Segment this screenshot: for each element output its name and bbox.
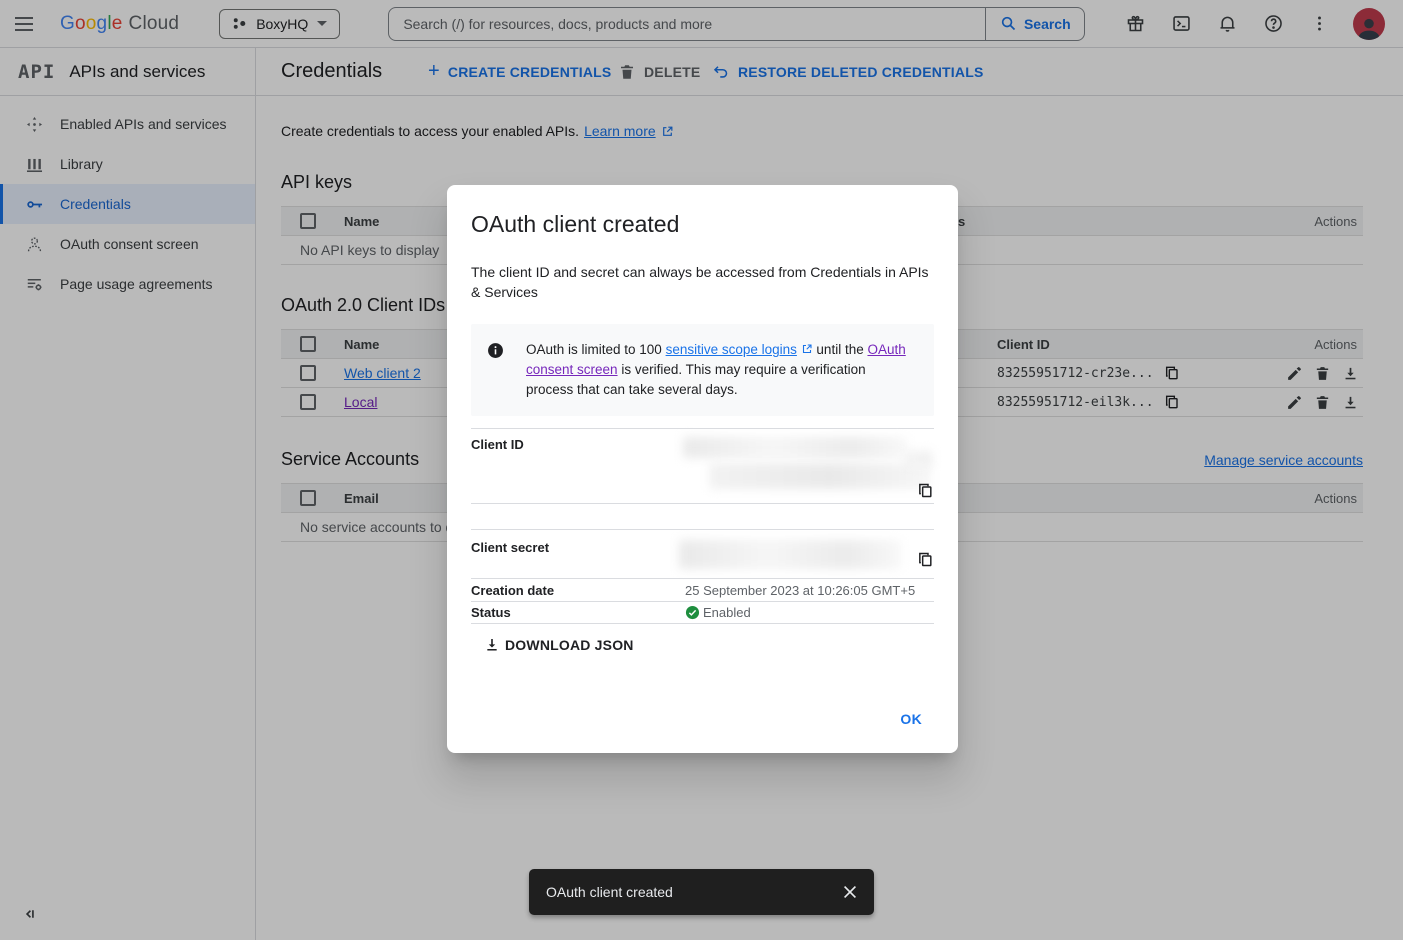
snackbar-message: OAuth client created [546, 884, 673, 900]
dialog-title: OAuth client created [471, 211, 934, 238]
redacted-client-id [683, 437, 907, 458]
dialog-description: The client ID and secret can always be a… [471, 262, 931, 302]
google-cloud-console: Google Cloud BoxyHQ Search [0, 0, 1403, 940]
info-icon [487, 342, 504, 359]
status-ok-icon [685, 605, 700, 620]
sensitive-scope-logins-link[interactable]: sensitive scope logins [666, 342, 797, 357]
redacted-client-id [907, 451, 933, 467]
client-secret-row: Client secret [471, 529, 934, 578]
download-icon [484, 637, 500, 653]
creation-date-value: 25 September 2023 at 10:26:05 GMT+5 [685, 583, 934, 598]
spacer-row [471, 503, 934, 529]
status-row: Status Enabled [471, 601, 934, 624]
external-link-icon [801, 341, 813, 353]
snackbar-close-button[interactable] [840, 882, 860, 902]
oauth-client-created-dialog: OAuth client created The client ID and s… [447, 185, 958, 753]
status-badge: Enabled [703, 605, 751, 620]
download-json-button[interactable]: DOWNLOAD JSON [484, 637, 634, 653]
redacted-client-id [709, 463, 931, 489]
verification-notice: OAuth is limited to 100 sensitive scope … [471, 324, 934, 416]
client-id-row: Client ID [471, 428, 934, 503]
copy-client-id-button[interactable] [917, 482, 934, 499]
close-icon [840, 882, 860, 902]
copy-client-secret-button[interactable] [917, 551, 934, 568]
redacted-client-secret [679, 540, 901, 569]
creation-date-row: Creation date 25 September 2023 at 10:26… [471, 578, 934, 601]
ok-button[interactable]: OK [890, 703, 932, 735]
dialog-fields: Client ID Client secret [471, 428, 934, 624]
snackbar: OAuth client created [529, 869, 874, 915]
